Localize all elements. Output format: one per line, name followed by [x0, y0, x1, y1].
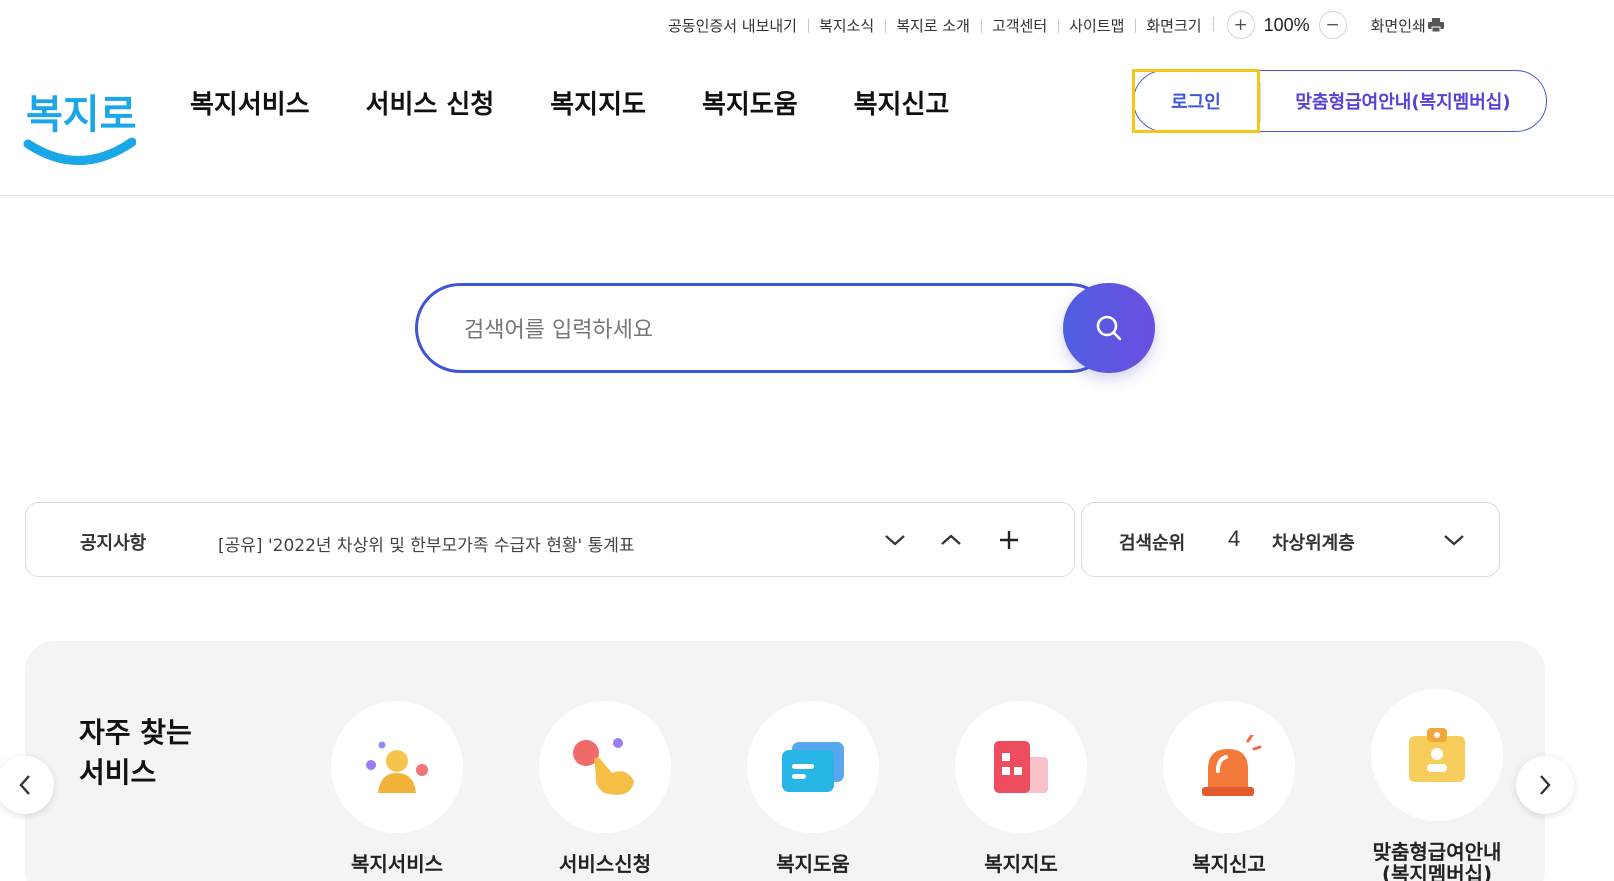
util-link-cert-export[interactable]: 공동인증서 내보내기 — [660, 15, 808, 36]
ranking-expand-button[interactable] — [1437, 523, 1471, 557]
chevron-down-icon — [1444, 535, 1464, 546]
service-icon-circle — [331, 701, 463, 833]
util-link-about[interactable]: 복지로 소개 — [885, 15, 981, 36]
service-item-service-apply[interactable]: 서비스신청 — [505, 701, 705, 875]
util-link-customer-center[interactable]: 고객센터 — [980, 15, 1058, 36]
search-ranking-bar: 검색순위 4 차상위계층 — [1081, 502, 1500, 577]
chevron-left-icon — [19, 775, 30, 795]
notice-text-link[interactable]: [공유] '2022년 차상위 및 한부모가족 수급자 현황' 통계표 — [218, 531, 635, 556]
chevron-right-icon — [1540, 775, 1551, 795]
service-item-welfare-service[interactable]: 복지서비스 — [297, 701, 497, 875]
gnb-welfare-map[interactable]: 복지지도 — [550, 84, 646, 121]
zoom-in-button[interactable]: + — [1226, 11, 1255, 39]
carousel-next-button[interactable] — [1516, 756, 1574, 814]
plus-icon — [1000, 531, 1018, 549]
frequent-services-title: 자주 찾는 서비스 — [79, 716, 192, 789]
util-link-news[interactable]: 복지소식 — [807, 15, 885, 36]
ranking-label: 검색순위 — [1119, 533, 1186, 554]
service-label: 복지서비스 — [351, 852, 443, 876]
service-label: 복지지도 — [984, 852, 1058, 876]
frequent-services-panel: 자주 찾는 서비스 복지서비스 서비스신청 복지도움 복지지도 복지신고 맞춤형… — [25, 641, 1545, 881]
ranking-number: 4 — [1228, 526, 1241, 551]
gnb-welfare-service[interactable]: 복지서비스 — [190, 84, 310, 121]
search-input-wrapper — [415, 283, 1115, 373]
search-input[interactable] — [464, 310, 1044, 350]
hand-tap-icon — [573, 738, 634, 795]
notice-more-button[interactable] — [992, 523, 1026, 557]
gnb-welfare-help[interactable]: 복지도움 — [702, 84, 798, 121]
ranking-term-link[interactable]: 차상위계층 — [1272, 529, 1355, 555]
member-card-icon — [1409, 728, 1465, 782]
auth-button-group: 로그인 맞춤형급여안내(복지멤버십) — [1132, 68, 1547, 133]
header: 복지로 복지서비스 서비스 신청 복지지도 복지도움 복지신고 로그인 맞춤형급… — [0, 40, 1614, 196]
notice-bar: 공지사항 [공유] '2022년 차상위 및 한부모가족 수급자 현황' 통계표 — [25, 502, 1075, 577]
search-button[interactable] — [1063, 283, 1155, 373]
service-icon-circle — [1371, 689, 1503, 821]
alarm-siren-icon — [1202, 735, 1262, 796]
service-label: 서비스신청 — [559, 852, 651, 876]
search-box — [415, 283, 1155, 373]
service-label: 복지도움 — [776, 852, 850, 876]
service-icon-circle — [747, 701, 879, 833]
custom-benefit-button[interactable]: 맞춤형급여안내(복지멤버십) — [1260, 88, 1546, 114]
notice-next-button[interactable] — [878, 523, 912, 557]
bokjiro-logo[interactable]: 복지로 — [22, 66, 136, 170]
gnb-welfare-report[interactable]: 복지신고 — [854, 84, 950, 121]
notice-prev-button[interactable] — [934, 523, 968, 557]
service-item-custom-benefit[interactable]: 맞춤형급여안내 (복지멤버십) — [1337, 689, 1537, 881]
print-button[interactable]: 화면인쇄 — [1357, 15, 1444, 36]
print-label: 화면인쇄 — [1370, 16, 1426, 35]
chevron-up-icon — [941, 534, 961, 545]
main-navigation: 복지서비스 서비스 신청 복지지도 복지도움 복지신고 — [190, 84, 1005, 121]
chevron-down-icon — [885, 535, 905, 546]
printer-icon — [1427, 18, 1444, 32]
service-item-welfare-help[interactable]: 복지도움 — [713, 701, 913, 875]
gnb-service-apply[interactable]: 서비스 신청 — [366, 84, 495, 121]
message-icon — [782, 742, 844, 792]
service-item-welfare-report[interactable]: 복지신고 — [1129, 701, 1329, 875]
service-label: 맞춤형급여안내 (복지멤버십) — [1372, 840, 1502, 881]
service-icon-circle — [955, 701, 1087, 833]
service-label: 복지신고 — [1192, 852, 1266, 876]
people-icon — [366, 741, 428, 793]
util-label-screen-size: 화면크기 — [1135, 15, 1212, 36]
search-icon — [1096, 315, 1122, 341]
zoom-control: + 100% − — [1212, 11, 1357, 39]
notice-label: 공지사항 — [80, 533, 147, 554]
zoom-out-button[interactable]: − — [1318, 11, 1347, 39]
utility-bar: 공동인증서 내보내기 복지소식 복지로 소개 고객센터 사이트맵 화면크기 + … — [660, 10, 1540, 40]
login-button[interactable]: 로그인 — [1132, 68, 1261, 133]
service-icon-circle — [539, 701, 671, 833]
service-icon-circle — [1163, 701, 1295, 833]
zoom-value: 100% — [1263, 14, 1310, 35]
building-icon — [994, 741, 1048, 793]
service-item-welfare-map[interactable]: 복지지도 — [921, 701, 1121, 875]
util-link-sitemap[interactable]: 사이트맵 — [1058, 15, 1135, 36]
svg-text:복지로: 복지로 — [26, 92, 136, 138]
